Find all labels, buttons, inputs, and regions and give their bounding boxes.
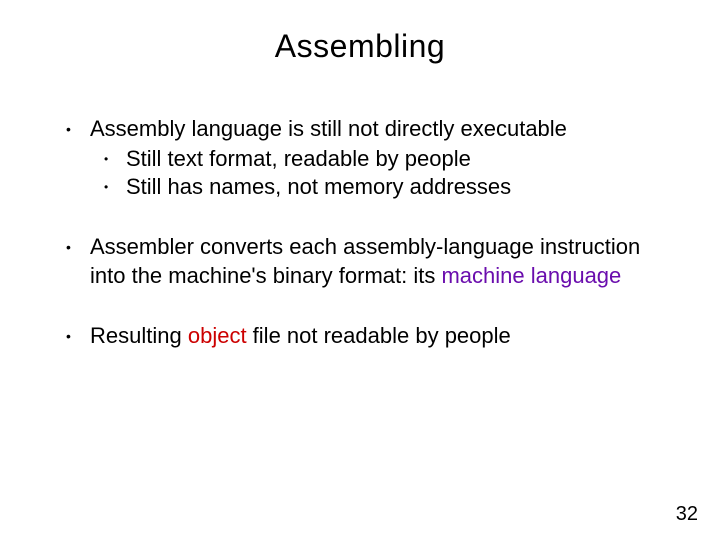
bullet-3-post: file not readable by people bbox=[247, 323, 511, 348]
sub-bullet-2: Still has names, not memory addresses bbox=[90, 173, 660, 201]
bullet-item-2: Assembler converts each assembly-languag… bbox=[60, 233, 660, 289]
keyword-machine-language: machine language bbox=[441, 263, 621, 288]
bullet-item-3: Resulting object file not readable by pe… bbox=[60, 322, 660, 350]
slide: Assembling Assembly language is still no… bbox=[0, 0, 720, 540]
slide-body: Assembly language is still not directly … bbox=[60, 115, 660, 382]
keyword-object: object bbox=[188, 323, 247, 348]
sub-bullet-list: Still text format, readable by people St… bbox=[90, 145, 660, 201]
slide-title: Assembling bbox=[0, 28, 720, 65]
sub-bullet-1: Still text format, readable by people bbox=[90, 145, 660, 173]
bullet-1-text: Assembly language is still not directly … bbox=[90, 116, 567, 141]
bullet-list: Assembly language is still not directly … bbox=[60, 115, 660, 350]
bullet-3-pre: Resulting bbox=[90, 323, 188, 348]
page-number: 32 bbox=[676, 503, 698, 526]
bullet-item-1: Assembly language is still not directly … bbox=[60, 115, 660, 201]
